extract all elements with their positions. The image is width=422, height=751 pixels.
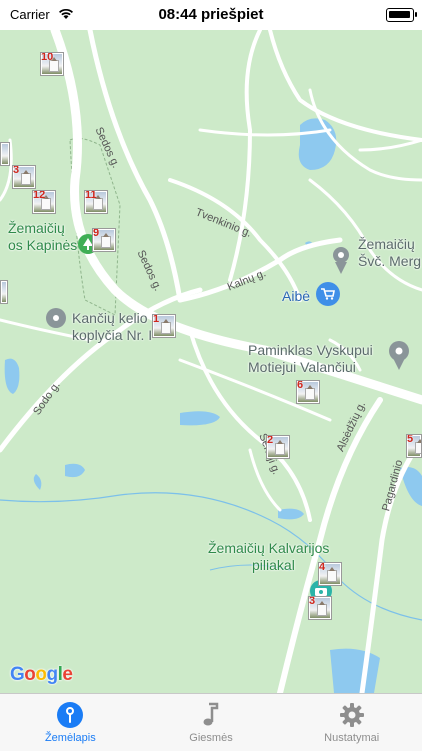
monument-pin-icon[interactable]	[388, 340, 410, 375]
photo-marker-edge[interactable]	[0, 280, 8, 304]
status-bar: Carrier 08:44 priešpiet	[0, 0, 422, 30]
photo-marker-edge[interactable]	[0, 142, 10, 166]
tab-map-label: Žemėlapis	[44, 732, 96, 744]
photo-marker[interactable]: 11	[84, 190, 108, 214]
camera-icon	[315, 588, 327, 596]
map-view[interactable]: Sedos g. Sedos g. Tvenkinio g. Kalnų g. …	[0, 30, 422, 693]
place-label-paminklas[interactable]: Paminklas Vyskupui Motiejui Valančiui	[248, 342, 373, 376]
music-note-icon	[197, 701, 225, 729]
photo-marker[interactable]: 2	[266, 435, 290, 459]
tab-map[interactable]: Žemėlapis	[0, 694, 141, 751]
place-label-koplycia[interactable]: Kančių kelio koplyčia Nr. I	[72, 310, 152, 344]
church-pin-icon[interactable]	[330, 244, 352, 279]
photo-marker[interactable]: 6	[296, 380, 320, 404]
shopping-cart-pin[interactable]	[316, 282, 340, 306]
map-pin-icon	[56, 701, 84, 729]
tab-settings[interactable]: Nustatymai	[281, 694, 422, 751]
place-label-kapines[interactable]: Žemaičių os Kapinės	[8, 220, 77, 254]
location-icon	[53, 315, 59, 321]
photo-marker[interactable]: 1	[152, 314, 176, 338]
gear-icon	[338, 701, 366, 729]
tab-bar: Žemėlapis Giesmės Nustatymai	[0, 693, 422, 751]
tab-hymns-label: Giesmės	[189, 732, 233, 744]
clock: 08:44 priešpiet	[158, 6, 264, 23]
photo-marker[interactable]: 9	[92, 228, 116, 252]
battery-icon	[386, 8, 417, 22]
photo-marker[interactable]: 4	[318, 562, 342, 586]
photo-marker[interactable]: 3	[308, 596, 332, 620]
photo-marker[interactable]: 5	[406, 434, 422, 458]
google-logo[interactable]: Google	[10, 664, 73, 686]
shopping-cart-icon	[321, 288, 335, 300]
tab-hymns[interactable]: Giesmės	[141, 694, 282, 751]
photo-marker[interactable]: 12	[32, 190, 56, 214]
place-label-piliakal[interactable]: Žemaičių Kalvarijos piliakal	[208, 540, 329, 574]
chapel-pin[interactable]	[46, 308, 66, 328]
place-label-aibe[interactable]: Aibė	[282, 288, 310, 305]
photo-marker[interactable]: 3	[12, 165, 36, 189]
photo-marker[interactable]: 10	[40, 52, 64, 76]
tab-settings-label: Nustatymai	[324, 732, 380, 744]
place-label-church[interactable]: Žemaičių Švč. Merg	[358, 236, 421, 270]
